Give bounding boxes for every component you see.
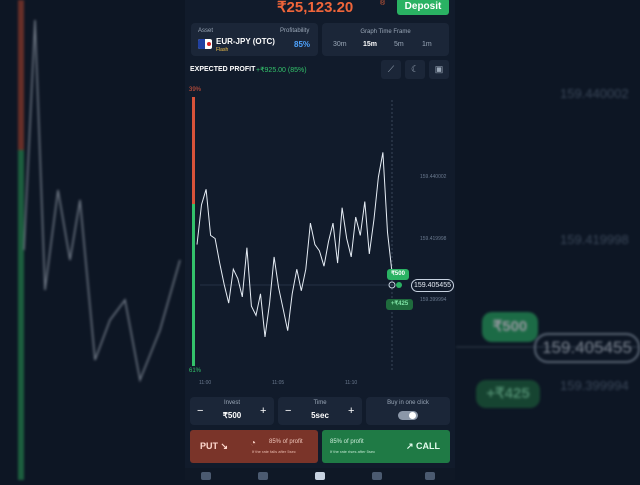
timeframe-caption: Graph Time Frame xyxy=(360,29,411,35)
invest-decrease-button[interactable]: − xyxy=(197,405,203,417)
one-click-caption: Buy in one click xyxy=(387,400,429,406)
time-stepper: Time 5sec − + xyxy=(278,397,362,425)
asset-name: EUR-JPY (OTC) xyxy=(216,37,275,46)
sentiment-down-label: 61% xyxy=(189,368,202,374)
account-balance[interactable]: ₹25,123.20 xyxy=(277,0,353,16)
chart-line-icon[interactable]: ⟋ xyxy=(381,60,401,79)
timeframe-option[interactable]: 1m xyxy=(422,41,432,48)
timeframe-option[interactable]: 5m xyxy=(394,41,404,48)
asset-subtitle: Flash xyxy=(216,47,229,53)
background-call-bar xyxy=(18,150,24,480)
x-axis-tick-label: 11:10 xyxy=(345,380,358,386)
sentiment-up-label: 39% xyxy=(189,87,202,93)
price-chart[interactable] xyxy=(185,84,455,396)
top-bar: ₹25,123.20 ® Deposit xyxy=(185,0,455,18)
background-put-bar xyxy=(18,0,24,150)
background-profit-chip: +₹425 xyxy=(476,380,540,408)
nav-add-icon[interactable] xyxy=(315,472,325,480)
x-axis-tick-label: 11:00 xyxy=(199,380,212,386)
invest-increase-button[interactable]: + xyxy=(260,405,266,417)
expected-profit-label: EXPECTED PROFIT xyxy=(190,66,256,73)
layout-icon[interactable]: ▣ xyxy=(429,60,449,79)
asset-selector[interactable]: Asset EUR-JPY (OTC) Flash Profitability … xyxy=(191,23,318,56)
timeframe-selector: Graph Time Frame 30m 15m 5m 1m xyxy=(322,23,449,56)
trade-amount-chip: ₹500 xyxy=(387,269,409,280)
y-axis-tick-label: 159.419998 xyxy=(420,236,447,242)
call-label: ↗ CALL xyxy=(406,441,441,451)
call-note: If the rate rises after 5sec xyxy=(330,449,376,454)
trading-app: ₹25,123.20 ® Deposit Asset EUR-JPY (OTC)… xyxy=(185,0,455,480)
background-amount-chip: ₹500 xyxy=(482,312,538,342)
timeframe-option[interactable]: 30m xyxy=(333,41,347,48)
nav-trade-icon[interactable] xyxy=(201,472,211,480)
one-click-toggle[interactable] xyxy=(398,411,418,420)
one-click-panel: Buy in one click xyxy=(366,397,450,425)
x-axis-tick-label: 11:05 xyxy=(272,380,285,386)
current-price-chip: 159.405455 xyxy=(411,279,454,292)
moon-icon[interactable]: ☾ xyxy=(405,60,425,79)
nav-history-icon[interactable] xyxy=(258,472,268,480)
timeframe-option-selected[interactable]: 15m xyxy=(363,41,377,48)
profitability-caption: Profitability xyxy=(280,28,310,34)
balance-info-icon[interactable]: ® xyxy=(380,0,385,7)
time-increase-button[interactable]: + xyxy=(348,405,354,417)
time-decrease-button[interactable]: − xyxy=(285,405,291,417)
put-label: PUT ↘ xyxy=(200,441,229,451)
background-price-label: 159.399994 xyxy=(560,378,629,393)
price-line xyxy=(196,152,393,337)
put-timer-icon: ◔ xyxy=(250,438,257,449)
background-price-label: 159.440002 xyxy=(560,86,629,101)
background-line xyxy=(23,19,181,383)
background-price-chip: 159.405455 xyxy=(534,333,640,363)
asset-caption: Asset xyxy=(198,28,214,34)
y-axis-tick-label: 159.440002 xyxy=(420,174,447,180)
sentiment-put-bar xyxy=(192,97,195,204)
call-button[interactable]: 85% of profit If the rate rises after 5s… xyxy=(322,430,450,463)
y-axis-tick-label: 159.399994 xyxy=(420,297,447,303)
nav-gift-icon[interactable] xyxy=(372,472,382,480)
put-profit: 85% of profit xyxy=(269,439,303,445)
expected-profit-value: +₹925.00 (85%) xyxy=(256,67,307,74)
trade-profit-chip: +₹425 xyxy=(386,299,413,310)
background-price-label: 159.419998 xyxy=(560,232,629,247)
profitability-value: 85% xyxy=(294,40,311,49)
currency-pair-flag-icon xyxy=(198,39,212,49)
put-note: If the rate falls after 5sec xyxy=(252,449,296,454)
trade-point-marker xyxy=(396,282,402,288)
sentiment-call-bar xyxy=(192,204,195,366)
call-profit: 85% of profit xyxy=(330,439,364,445)
invest-stepper: Invest ₹500 − + xyxy=(190,397,274,425)
deposit-button[interactable]: Deposit xyxy=(397,0,449,15)
put-button[interactable]: PUT ↘ ◔ 85% of profit If the rate falls … xyxy=(190,430,318,463)
nav-profile-icon[interactable] xyxy=(425,472,435,480)
